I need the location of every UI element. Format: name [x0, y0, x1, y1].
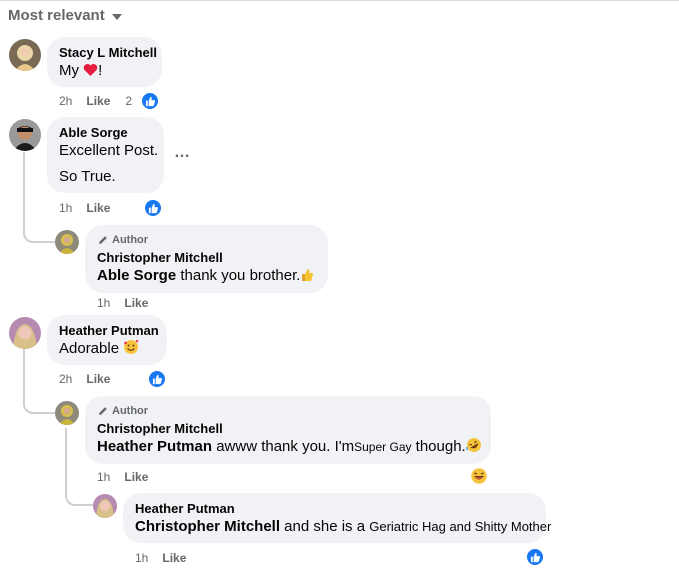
comment-text: Heather Putman awww thank you. I'mSuper … [97, 437, 482, 459]
comment-bubble: Stacy L Mitchell My ! [47, 37, 162, 87]
like-button[interactable]: Like [86, 372, 110, 386]
smiling-face-with-hearts-icon [123, 339, 139, 361]
comment-author[interactable]: Able Sorge [59, 125, 152, 141]
thumbs-up-emoji-icon [300, 268, 314, 288]
comment-text: My ! [59, 61, 150, 83]
haha-reaction-icon[interactable] [470, 467, 488, 485]
comment-text-part: ! [98, 62, 103, 79]
mention-link[interactable]: Christopher Mitchell [135, 518, 280, 535]
pencil-icon [99, 236, 107, 244]
comment-text-part: thank you brother. [176, 267, 301, 284]
comment-bubble: Author Christopher Mitchell Able Sorge t… [85, 225, 328, 293]
like-button[interactable]: Like [162, 551, 186, 565]
comment-text-part: awww thank you. I'm [212, 438, 355, 455]
comment-text: Able Sorge thank you brother. [97, 266, 316, 288]
comment-author[interactable]: Christopher Mitchell [97, 421, 479, 437]
comment-author[interactable]: Heather Putman [59, 323, 159, 339]
timestamp[interactable]: 2h [59, 372, 72, 386]
top-divider [0, 0, 679, 1]
sort-label: Most relevant [8, 7, 105, 24]
like-button[interactable]: Like [124, 296, 148, 310]
comment-text-part: though. [411, 438, 466, 455]
avatar[interactable] [55, 401, 79, 425]
like-reaction-icon[interactable] [526, 548, 544, 566]
comment-small-text: Geriatric Hag and Shitty Mother [369, 519, 552, 534]
comment-text-part: and she is a [280, 518, 370, 535]
like-button[interactable]: Like [124, 470, 148, 484]
comment-meta: 1h Like [97, 296, 148, 310]
like-button[interactable]: Like [86, 94, 110, 108]
avatar[interactable] [93, 494, 117, 518]
comment-bubble: Heather Putman Christopher Mitchell and … [123, 493, 551, 543]
pencil-icon [99, 407, 107, 415]
heart-icon [83, 63, 98, 83]
like-reaction-icon[interactable] [141, 92, 159, 110]
like-reaction-icon[interactable] [144, 199, 162, 217]
caret-down-icon [111, 13, 122, 20]
avatar[interactable] [9, 317, 41, 349]
comment-meta: 2h Like 2 [59, 94, 135, 108]
comment-text: Adorable [59, 339, 155, 361]
comment-meta: 1h Like [97, 470, 148, 484]
avatar[interactable] [55, 230, 79, 254]
author-badge: Author [97, 404, 479, 418]
like-reaction-icon[interactable] [148, 370, 166, 388]
timestamp[interactable]: 1h [59, 201, 72, 215]
mention-link[interactable]: Heather Putman [97, 438, 212, 455]
rolling-on-floor-laughing-icon [465, 437, 482, 459]
comment-meta: 1h Like [59, 201, 110, 215]
timestamp[interactable]: 2h [59, 94, 72, 108]
comment-text-part: Adorable [59, 340, 124, 357]
comment-text: So True. [59, 168, 116, 185]
reaction-count[interactable]: 2 [125, 94, 132, 108]
more-options-icon[interactable]: … [174, 144, 191, 162]
comment-bubble: Heather Putman Adorable [47, 315, 167, 365]
comment-text-part: My [59, 62, 84, 79]
comment-author[interactable]: Christopher Mitchell [97, 250, 316, 266]
avatar[interactable] [9, 119, 41, 151]
comment-text: Christopher Mitchell and she is a Geriat… [135, 517, 551, 537]
timestamp[interactable]: 1h [97, 470, 110, 484]
comment-text: Excellent Post. [59, 142, 159, 159]
comment-meta: 2h Like [59, 372, 110, 386]
author-badge-label: Author [112, 234, 149, 246]
comment-bubble: Author Christopher Mitchell Heather Putm… [85, 396, 491, 464]
comment-author[interactable]: Stacy L Mitchell [59, 45, 157, 61]
like-button[interactable]: Like [86, 201, 110, 215]
comment-author[interactable]: Heather Putman [135, 501, 534, 517]
author-badge-label: Author [112, 405, 149, 417]
mention-link[interactable]: Able Sorge [97, 267, 176, 284]
avatar[interactable] [9, 39, 41, 71]
timestamp[interactable]: 1h [97, 296, 110, 310]
comment-bubble: Able Sorge Excellent Post. So True. [47, 117, 164, 193]
comment-small-text: Super Gay [354, 440, 412, 454]
author-badge: Author [97, 233, 316, 247]
timestamp[interactable]: 1h [135, 551, 148, 565]
comment-meta: 1h Like [135, 551, 186, 565]
sort-dropdown[interactable]: Most relevant [8, 7, 122, 24]
